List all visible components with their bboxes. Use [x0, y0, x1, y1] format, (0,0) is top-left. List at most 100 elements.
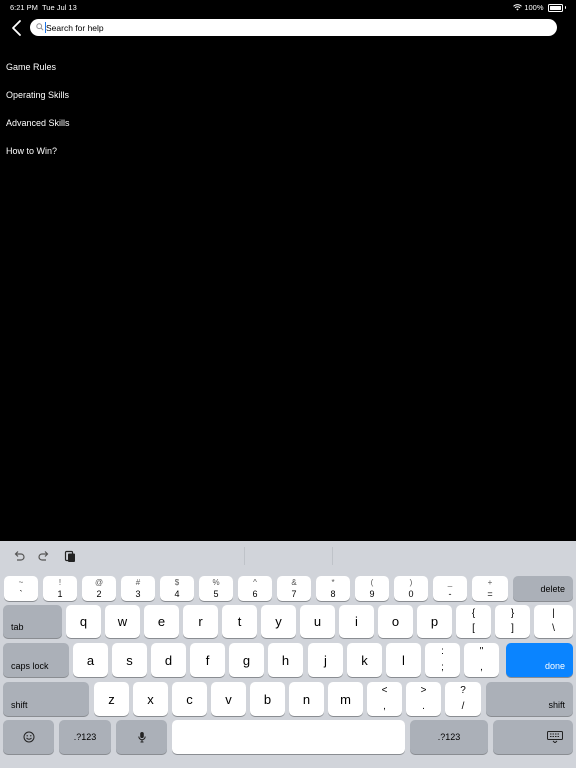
key-l[interactable]: l: [386, 643, 421, 677]
key-bottom: 5: [213, 589, 219, 599]
menu-item-game-rules[interactable]: Game Rules: [6, 60, 70, 88]
key[interactable]: & 7: [277, 576, 311, 601]
key-quote[interactable]: ",: [464, 643, 499, 677]
key-bottom: 4: [174, 589, 180, 599]
done-key[interactable]: done: [506, 643, 573, 677]
key-bottom: ]: [511, 623, 514, 634]
key-top: !: [58, 578, 62, 587]
key-q[interactable]: q: [66, 605, 101, 638]
wifi-icon: [513, 4, 523, 11]
key-bottom: /: [461, 701, 465, 712]
key-b[interactable]: b: [250, 682, 285, 716]
key-h[interactable]: h: [268, 643, 303, 677]
key-y[interactable]: y: [261, 605, 296, 638]
assist-divider: [332, 547, 333, 565]
key-x[interactable]: x: [133, 682, 168, 716]
key-r[interactable]: r: [183, 605, 218, 638]
key[interactable]: ) 0: [394, 576, 428, 601]
key-v[interactable]: v: [211, 682, 246, 716]
menu-item-advanced-skills[interactable]: Advanced Skills: [6, 116, 70, 144]
key-i[interactable]: i: [339, 605, 374, 638]
key-top: @: [94, 578, 104, 587]
key-o[interactable]: o: [378, 605, 413, 638]
paste-icon[interactable]: [63, 549, 77, 563]
menu-item-how-to-win[interactable]: How to Win?: [6, 144, 70, 172]
keyboard-shortcut-bar: [0, 541, 576, 571]
key[interactable]: % 5: [199, 576, 233, 601]
key-k[interactable]: k: [347, 643, 382, 677]
key[interactable]: _ -: [433, 576, 467, 601]
key[interactable]: * 8: [316, 576, 350, 601]
key-a[interactable]: a: [73, 643, 108, 677]
space-bar[interactable]: [172, 720, 405, 754]
key-top: }: [510, 608, 515, 619]
key-p[interactable]: p: [417, 605, 452, 638]
key-top: >: [420, 685, 427, 696]
search-input[interactable]: [46, 22, 557, 33]
key-top: ": [479, 646, 484, 657]
key-top: #: [135, 578, 141, 587]
key[interactable]: ~ `: [4, 576, 38, 601]
key-g[interactable]: g: [229, 643, 264, 677]
emoji-key[interactable]: [3, 720, 54, 754]
hide-keyboard-key[interactable]: [493, 720, 573, 754]
key-top: +: [487, 578, 493, 587]
key-c[interactable]: c: [172, 682, 207, 716]
emoji-icon: [23, 731, 34, 743]
key-semicolon[interactable]: :;: [425, 643, 460, 677]
key-n[interactable]: n: [289, 682, 324, 716]
chevron-left-icon: [12, 20, 21, 36]
key-top: ): [409, 578, 413, 587]
key-top: ?: [460, 685, 466, 696]
dictation-key[interactable]: [116, 720, 167, 754]
key-bottom: 9: [369, 589, 375, 599]
key-top: %: [212, 578, 220, 587]
key-period[interactable]: >.: [406, 682, 441, 716]
key-e[interactable]: e: [144, 605, 179, 638]
key-w[interactable]: w: [105, 605, 140, 638]
shift-right-key[interactable]: shift: [486, 682, 573, 716]
menu-item-operating-skills[interactable]: Operating Skills: [6, 88, 70, 116]
key[interactable]: @2: [82, 576, 116, 601]
key-j[interactable]: j: [308, 643, 343, 677]
key-backslash[interactable]: | \: [534, 605, 573, 638]
key-bracket-left[interactable]: {[: [456, 605, 491, 638]
delete-key[interactable]: delete: [513, 576, 573, 601]
numbers-right-key[interactable]: .?123: [410, 720, 488, 754]
key-bottom: .: [422, 701, 425, 712]
key[interactable]: + =: [472, 576, 508, 601]
key-top: (: [370, 578, 374, 587]
key-slash[interactable]: ? /: [445, 682, 481, 716]
key[interactable]: (9: [355, 576, 389, 601]
key-z[interactable]: z: [94, 682, 129, 716]
key-bottom: 3: [135, 589, 141, 599]
key[interactable]: ^ 6: [238, 576, 272, 601]
key-top: &: [291, 578, 297, 587]
status-time: 6:21 PM: [10, 3, 38, 12]
search-bar[interactable]: [30, 19, 557, 36]
numbers-left-key[interactable]: .?123: [59, 720, 111, 754]
key-m[interactable]: m: [328, 682, 363, 716]
tab-key[interactable]: tab: [3, 605, 62, 638]
key-s[interactable]: s: [112, 643, 147, 677]
redo-icon[interactable]: [37, 549, 51, 563]
key[interactable]: $4: [160, 576, 194, 601]
key-t[interactable]: t: [222, 605, 257, 638]
key[interactable]: #3: [121, 576, 155, 601]
key-u[interactable]: u: [300, 605, 335, 638]
key[interactable]: ! 1: [43, 576, 77, 601]
shift-left-key[interactable]: shift: [3, 682, 89, 716]
caps-lock-key[interactable]: caps lock: [3, 643, 69, 677]
on-screen-keyboard: ~ ` ! 1 @2 #3 $4 % 5 ^ 6 & 7 * 8 (9 ) 0 _ - + = d…: [0, 571, 576, 768]
undo-icon[interactable]: [12, 549, 26, 563]
key-bracket-right[interactable]: }]: [495, 605, 530, 638]
assist-divider: [244, 547, 245, 565]
key-bottom: `: [19, 589, 23, 599]
key-comma[interactable]: <,: [367, 682, 402, 716]
key-f[interactable]: f: [190, 643, 225, 677]
key-bottom: [: [472, 623, 475, 634]
back-button[interactable]: [8, 18, 26, 38]
key-bottom: ,: [480, 662, 483, 673]
key-top: |: [552, 608, 555, 619]
key-d[interactable]: d: [151, 643, 186, 677]
